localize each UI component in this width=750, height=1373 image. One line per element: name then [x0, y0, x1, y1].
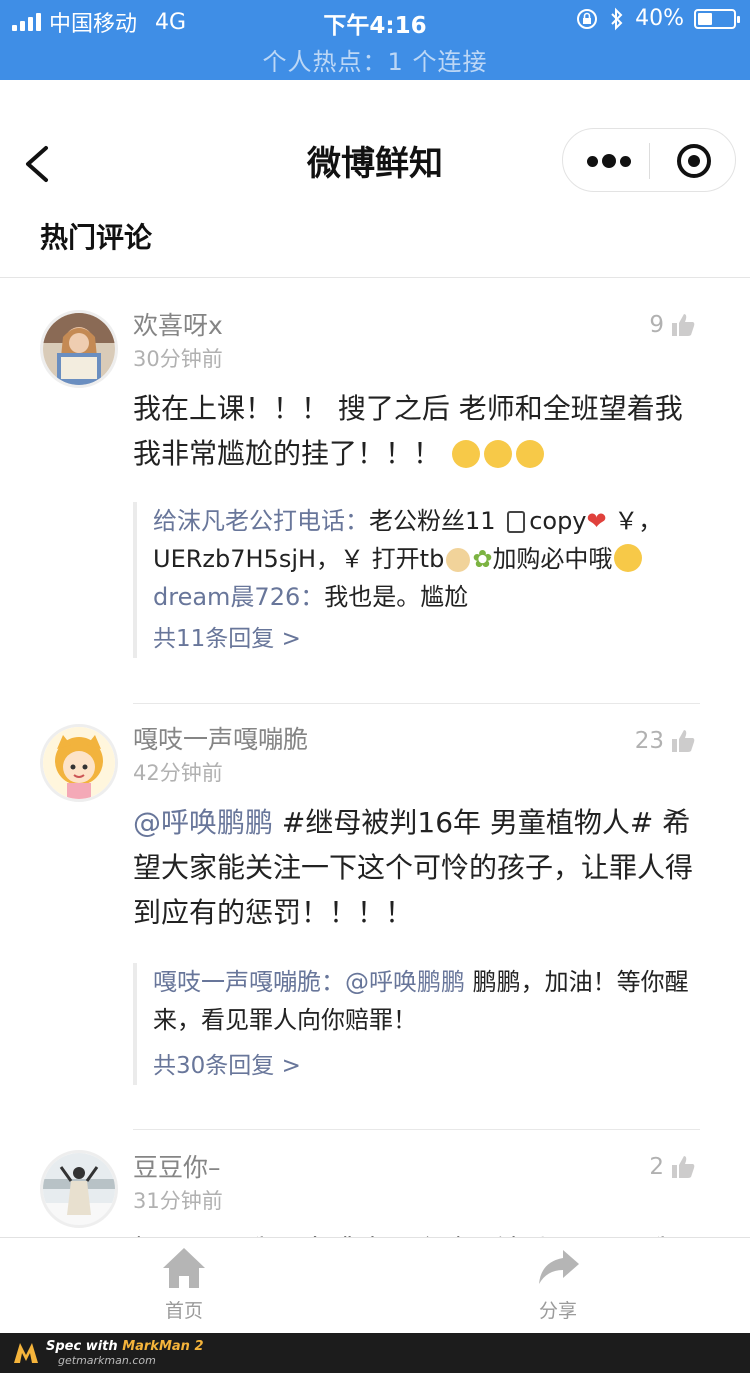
nav-divider	[0, 277, 750, 278]
status-right: 40%	[575, 6, 740, 31]
section-title: 热门评论	[40, 221, 153, 254]
tab-label: 首页	[164, 1300, 203, 1322]
comment-item: 豆豆你– 31分钟前 2 妈呀吓了我一大跳 打开视频后赶紧理了理我的头发	[0, 1130, 750, 1237]
markman-url: getmarkman.com	[58, 1354, 156, 1367]
like-button[interactable]: 9	[649, 312, 696, 338]
comment-text: 我在上课！！！ 搜了之后 老师和全班望着我 我非常尴尬的挂了！！！	[133, 386, 700, 476]
battery-icon	[694, 8, 740, 29]
reply-item: 给沫凡老公打电话：老公粉丝11 copy❤ ￥，UERzb7H5sjH，￥ 打开…	[153, 502, 700, 578]
comment-text: @呼唤鹏鹏 #继母被判16年 男童植物人# 希望大家能关注一下这个可怜的孩子，让…	[133, 800, 700, 935]
like-count: 2	[649, 1154, 664, 1180]
like-button[interactable]: 2	[649, 1154, 696, 1180]
battery-percent: 40%	[635, 6, 684, 31]
comment-body: 我在上课！！！ 搜了之后 老师和全班望着我 我非常尴尬的挂了！！！	[133, 392, 683, 470]
clipboard-icon	[507, 511, 526, 533]
reply-text: 我也是。尴尬	[324, 583, 469, 611]
avatar[interactable]	[40, 724, 118, 802]
reply-author[interactable]: 给沫凡老公打电话：	[153, 507, 369, 535]
reply-item: 嘎吱一声嘎嘣脆：@呼唤鹏鹏 鹏鹏，加油！等你醒来，看见罪人向你赔罪！	[153, 963, 700, 1039]
thumb-up-icon	[672, 314, 695, 336]
comment-time: 42分钟前	[133, 761, 223, 785]
reply-preview[interactable]: 嘎吱一声嘎嘣脆：@呼唤鹏鹏 鹏鹏，加油！等你醒来，看见罪人向你赔罪！ 共30条回…	[133, 963, 700, 1085]
markman-logo-icon	[14, 1343, 38, 1363]
nav-bar: 微博鲜知 热门评论	[0, 80, 750, 280]
reply-item: dream晨726：我也是。尴尬	[153, 578, 700, 616]
avatar[interactable]	[40, 310, 118, 388]
comment-item: 欢喜呀x 30分钟前 9 我在上课！！！ 搜了之后 老师和全班望着我 我非常尴尬…	[0, 280, 750, 703]
target-icon[interactable]	[677, 144, 711, 178]
reply-author[interactable]: dream晨726：	[153, 583, 324, 611]
reply-preview[interactable]: 给沫凡老公打电话：老公粉丝11 copy❤ ￥，UERzb7H5sjH，￥ 打开…	[133, 502, 700, 658]
markman-footer: Spec with MarkMan 2 getmarkman.com	[0, 1333, 750, 1373]
comment-time: 31分钟前	[133, 1189, 223, 1213]
battery-fill	[698, 12, 712, 25]
comment-item: 嘎吱一声嘎嘣脆 42分钟前 23 @呼唤鹏鹏 #继母被判16年 男童植物人# 希…	[0, 704, 750, 1129]
leaf-icon: ✿	[472, 545, 493, 573]
mention-link[interactable]: @呼唤鹏鹏	[133, 806, 273, 839]
share-icon	[539, 1250, 579, 1284]
home-icon	[163, 1248, 205, 1288]
more-dots-icon[interactable]	[587, 147, 631, 175]
markman-title-prefix: Spec with	[46, 1339, 118, 1354]
rotation-lock-icon	[577, 8, 598, 29]
like-count: 9	[649, 312, 664, 338]
crying-emoji-icon	[483, 440, 512, 468]
comment-list[interactable]: 欢喜呀x 30分钟前 9 我在上课！！！ 搜了之后 老师和全班望着我 我非常尴尬…	[0, 280, 750, 1237]
like-button[interactable]: 23	[635, 728, 696, 754]
crying-emoji-icon	[515, 440, 544, 468]
reply-text: 加购必中哦	[492, 545, 613, 573]
thumb-up-icon	[672, 1156, 695, 1178]
hotspot-banner[interactable]: 个人热点：1 个连接	[0, 42, 750, 77]
crying-emoji-icon	[451, 440, 480, 468]
more-replies-link[interactable]: 共11条回复 >	[153, 620, 700, 658]
comment-time: 30分钟前	[133, 347, 223, 371]
thumb-up-icon	[672, 730, 695, 752]
mini-program-capsule	[562, 128, 736, 192]
comment-author[interactable]: 豆豆你–	[133, 1152, 700, 1184]
comment-author[interactable]: 嘎吱一声嘎嘣脆	[133, 724, 700, 756]
markman-title-brand: MarkMan 2	[122, 1339, 204, 1354]
comment-author[interactable]: 欢喜呀x	[133, 310, 700, 342]
avatar[interactable]	[40, 1150, 118, 1228]
tab-share[interactable]: 分享	[498, 1246, 618, 1323]
tab-label: 分享	[538, 1300, 577, 1322]
tab-home[interactable]: 首页	[124, 1246, 244, 1323]
capsule-divider	[649, 143, 650, 179]
more-replies-link[interactable]: 共30条回复 >	[153, 1047, 700, 1085]
like-count: 23	[634, 728, 664, 754]
markman-title: Spec with MarkMan 2	[46, 1339, 204, 1354]
reply-author[interactable]: 嘎吱一声嘎嘣脆：@呼唤鹏鹏	[153, 968, 465, 996]
heart-icon: ❤	[586, 507, 607, 535]
tab-bar: 首页 分享	[0, 1237, 750, 1333]
smile-emoji-icon	[614, 544, 643, 572]
bluetooth-icon	[611, 7, 623, 30]
comment-text: 妈呀吓了我一大跳 打开视频后赶紧理了理我的头发	[133, 1228, 700, 1237]
reply-text: copy	[529, 507, 587, 535]
doge-emoji-icon	[446, 548, 471, 572]
reply-text: 老公粉丝11	[369, 507, 496, 535]
status-bar: 中国移动 4G 下午4:16 40% 个人热点：1 个连接	[0, 0, 750, 80]
